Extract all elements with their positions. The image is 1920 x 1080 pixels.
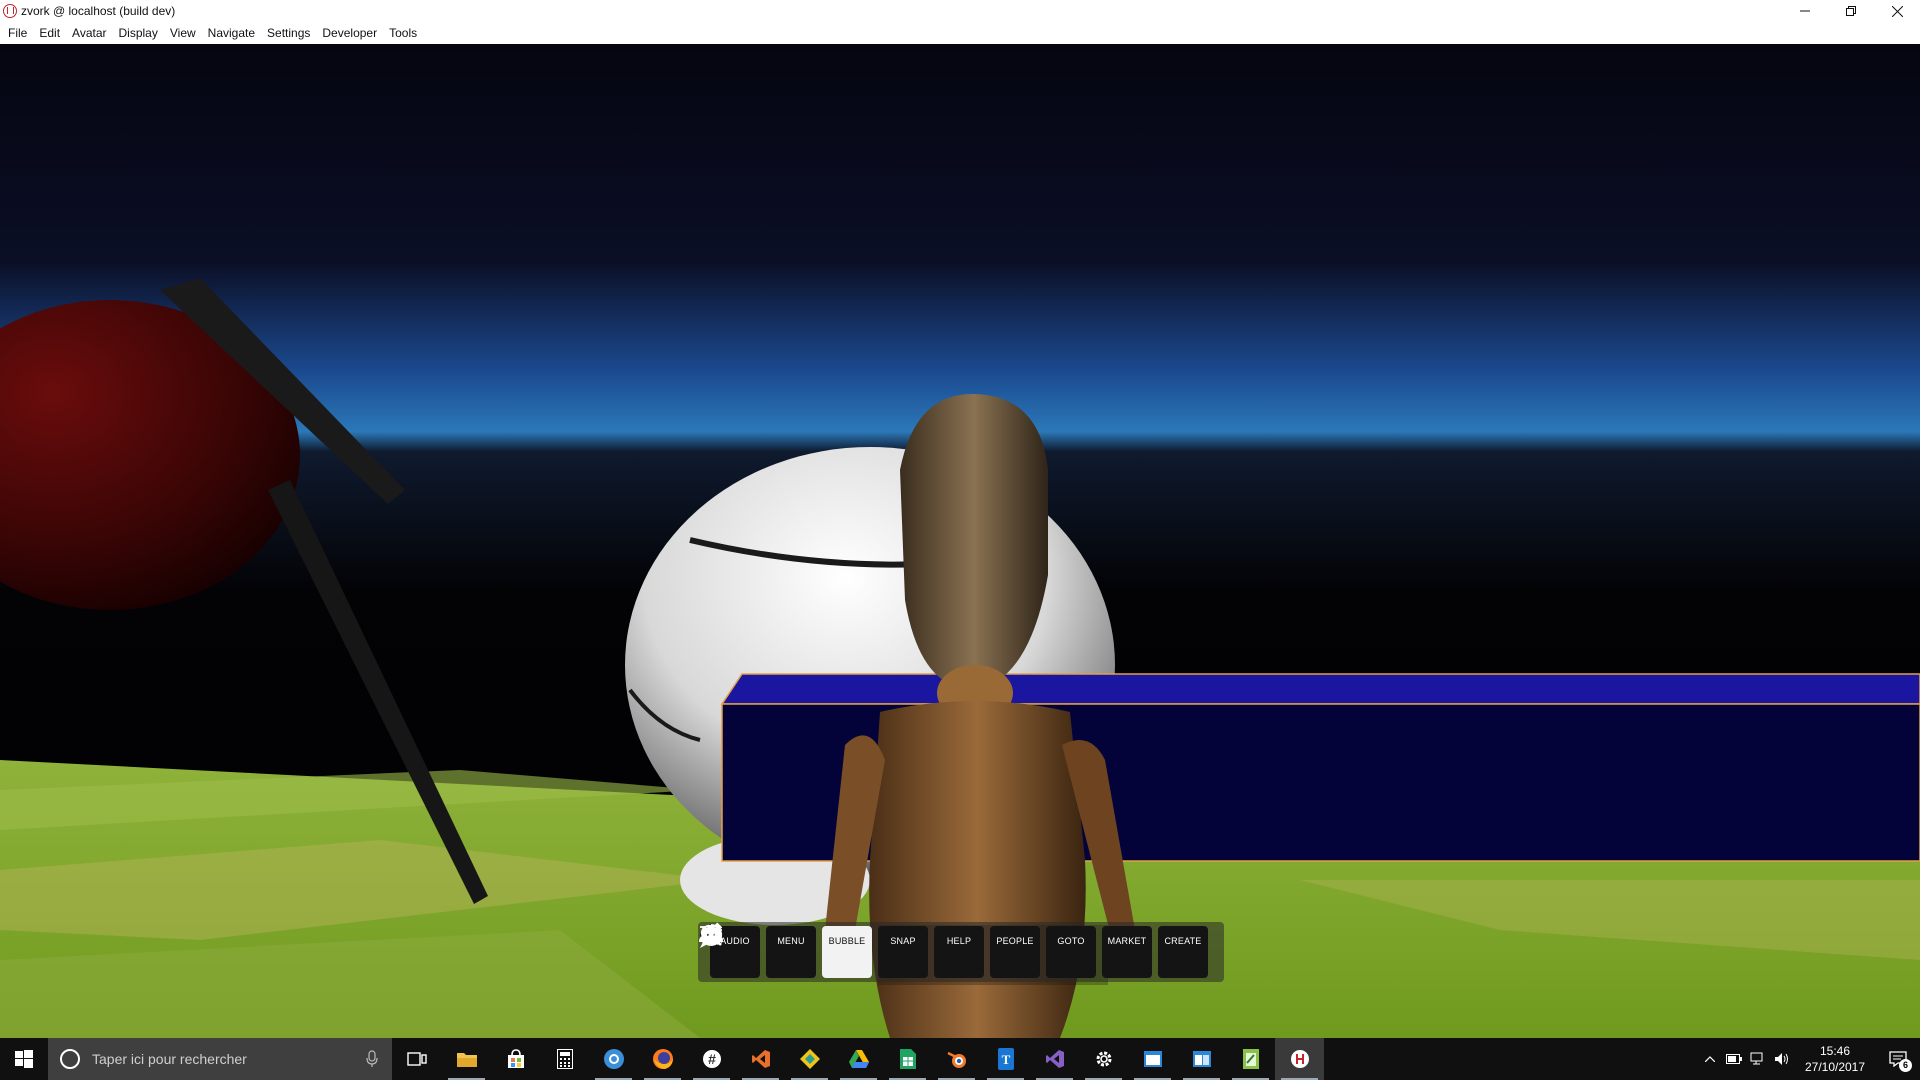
3d-viewport[interactable]: AUDIO MENU BUBBLE SNAP ? HELP PEOPLE GOT… [0,44,1920,1038]
firefox-icon [652,1049,673,1069]
store-bag-icon [507,1049,524,1068]
notepad-icon [1242,1049,1259,1069]
window-icon [1192,1051,1211,1067]
svg-text:T: T [1001,1052,1010,1067]
network-icon[interactable] [1746,1038,1770,1080]
high-fidelity-icon [3,4,17,18]
menu-tools[interactable]: Tools [383,22,423,44]
action-center-button[interactable]: 6 [1876,1038,1920,1080]
create-button[interactable]: CREATE [702,922,1208,978]
market-label: MARKET [1107,936,1147,946]
window-app-1[interactable] [1128,1038,1177,1080]
window-controls [1782,0,1920,22]
show-hidden-icons-chevron-icon[interactable] [1698,1038,1722,1080]
goto-button[interactable]: GOTO [700,924,1096,978]
git-client-app[interactable] [785,1038,834,1080]
people-button[interactable]: PEOPLE [699,926,1040,978]
calculator-icon [556,1049,573,1069]
taskbar-search-box[interactable]: Taper ici pour rechercher [48,1038,392,1080]
calculator-app[interactable] [540,1038,589,1080]
start-button[interactable] [0,1038,48,1080]
spreadsheet-app[interactable] [883,1038,932,1080]
code-editor-app[interactable] [736,1038,785,1080]
menu-avatar[interactable]: Avatar [66,22,112,44]
window-app-2[interactable] [1177,1038,1226,1080]
firefox-app[interactable] [638,1038,687,1080]
people-label: PEOPLE [996,936,1034,946]
notification-count-badge: 6 [1899,1059,1912,1072]
notepad-app[interactable] [1226,1038,1275,1080]
blender-app[interactable] [932,1038,981,1080]
cortana-icon [60,1049,80,1069]
git-diamond-icon [799,1049,820,1069]
windows-taskbar: Taper ici pour rechercher # T 15:46 27/1… [0,1038,1920,1080]
restore-icon [1846,6,1856,16]
triangle-drive-icon [848,1050,869,1068]
volume-icon[interactable] [1770,1038,1794,1080]
scene-render [0,44,1920,1038]
menu-navigate[interactable]: Navigate [202,22,261,44]
code-editor-icon [751,1050,770,1068]
battery-icon[interactable] [1722,1038,1746,1080]
settings-app[interactable] [1079,1038,1128,1080]
help-button[interactable]: ? HELP [699,924,984,978]
close-button[interactable] [1874,0,1920,22]
visual-studio-app[interactable] [1030,1038,1079,1080]
task-view-button[interactable] [392,1038,442,1080]
minimize-icon [1800,10,1810,12]
create-tools-icon [702,922,723,944]
menu-file[interactable]: File [2,22,33,44]
goto-label: GOTO [1057,936,1085,946]
typora-icon: T [997,1048,1014,1070]
menu-label: MENU [777,936,805,946]
globe-mail-icon [603,1049,624,1069]
title-bar: zvork @ localhost (build dev) [0,0,1920,22]
minimize-button[interactable] [1782,0,1828,22]
menu-edit[interactable]: Edit [33,22,66,44]
visual-studio-icon [1045,1050,1064,1068]
menu-settings[interactable]: Settings [261,22,316,44]
markdown-app[interactable]: T [981,1038,1030,1080]
store-app[interactable] [491,1038,540,1080]
bubble-button[interactable]: BUBBLE [700,924,872,978]
task-view-icon [407,1052,427,1066]
menu-button[interactable]: MENU [704,926,816,978]
clock-time: 15:46 [1819,1044,1851,1058]
high-fidelity-icon [1290,1050,1309,1068]
restore-button[interactable] [1828,0,1874,22]
system-tray: 15:46 27/10/2017 6 [1698,1038,1920,1080]
slack-icon: # [702,1050,721,1068]
bubble-label: BUBBLE [828,936,866,946]
snap-label: SNAP [890,936,916,946]
window-title: zvork @ localhost (build dev) [21,4,176,18]
menu-view[interactable]: View [164,22,202,44]
svg-text:#: # [708,1051,716,1067]
market-button[interactable]: MARKET [700,926,1152,978]
high-fidelity-app[interactable] [1275,1038,1324,1080]
menu-display[interactable]: Display [113,22,164,44]
drive-app[interactable] [834,1038,883,1080]
mail-app[interactable] [589,1038,638,1080]
menu-bar: File Edit Avatar Display View Navigate S… [0,22,1920,44]
window-icon [1143,1051,1162,1067]
microphone-icon[interactable] [366,1050,378,1068]
blender-icon [946,1051,966,1068]
clock-date: 27/10/2017 [1804,1060,1866,1074]
audio-label: AUDIO [720,936,750,946]
file-explorer-app[interactable] [442,1038,491,1080]
folder-icon [456,1053,477,1067]
slack-app[interactable]: # [687,1038,736,1080]
close-icon [1891,5,1903,17]
taskbar-clock[interactable]: 15:46 27/10/2017 [1794,1043,1876,1075]
create-label: CREATE [1164,936,1202,946]
snap-button[interactable]: SNAP [702,926,928,978]
spreadsheet-icon [899,1049,916,1069]
search-placeholder: Taper ici pour rechercher [92,1051,247,1067]
gear-icon [1096,1051,1111,1067]
windows-logo-icon [15,1050,33,1068]
hifi-toolbar: AUDIO MENU BUBBLE SNAP ? HELP PEOPLE GOT… [698,922,1224,982]
menu-developer[interactable]: Developer [316,22,383,44]
help-label: HELP [946,936,972,946]
